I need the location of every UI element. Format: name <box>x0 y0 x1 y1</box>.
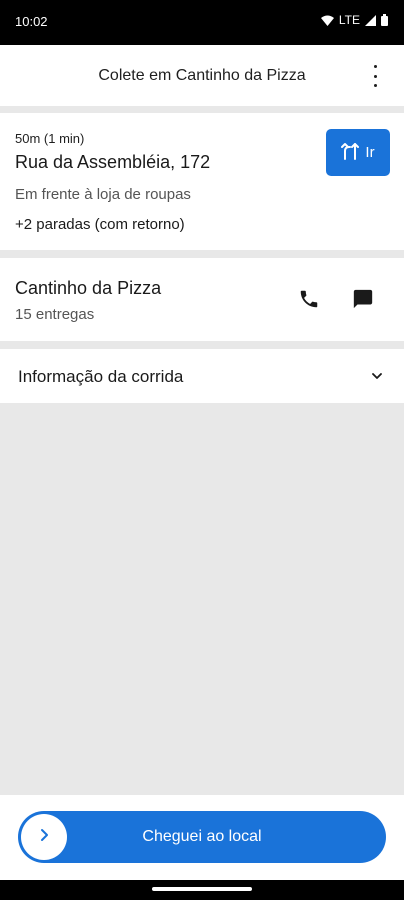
stops-count: +2 paradas (com retorno) <box>15 216 185 233</box>
chevron-down-icon <box>370 369 384 383</box>
eta-text: 50m (1 min) <box>15 131 85 146</box>
ride-info-label: Informação da corrida <box>18 367 184 386</box>
route-icon <box>341 142 360 164</box>
bottom-action-bar: Cheguei ao local <box>0 795 404 880</box>
ride-info-row[interactable]: Informação da corrida <box>0 349 404 403</box>
system-nav-bar <box>0 880 404 900</box>
go-label: Ir <box>365 144 375 161</box>
store-name: Cantinho da Pizza <box>15 278 162 298</box>
go-button[interactable]: Ir <box>326 129 390 176</box>
battery-icon <box>381 14 388 26</box>
status-icons: LTE <box>320 13 388 27</box>
store-card: Cantinho da Pizza 15 entregas <box>0 258 404 341</box>
network-label: LTE <box>338 13 360 27</box>
phone-icon[interactable] <box>298 288 320 310</box>
chat-icon[interactable] <box>352 288 374 310</box>
signal-icon <box>365 14 376 26</box>
arrive-label: Cheguei ao local <box>142 828 262 845</box>
status-time: 10:02 <box>15 14 48 29</box>
arrive-slider-button[interactable]: Cheguei ao local <box>18 811 386 863</box>
page-title: Colete em Cantinho da Pizza <box>98 67 306 84</box>
address-reference: Em frente à loja de roupas <box>15 186 191 203</box>
home-indicator[interactable] <box>152 887 252 891</box>
app-header: Colete em Cantinho da Pizza <box>0 45 404 106</box>
wifi-icon <box>320 15 334 26</box>
pickup-card: 50m (1 min) Rua da Assembléia, 172 Em fr… <box>0 113 404 250</box>
status-bar: 10:02 LTE <box>0 0 404 45</box>
pickup-address: Rua da Assembléia, 172 <box>15 152 211 172</box>
more-icon[interactable] <box>370 65 380 87</box>
store-deliveries: 15 entregas <box>15 306 95 323</box>
